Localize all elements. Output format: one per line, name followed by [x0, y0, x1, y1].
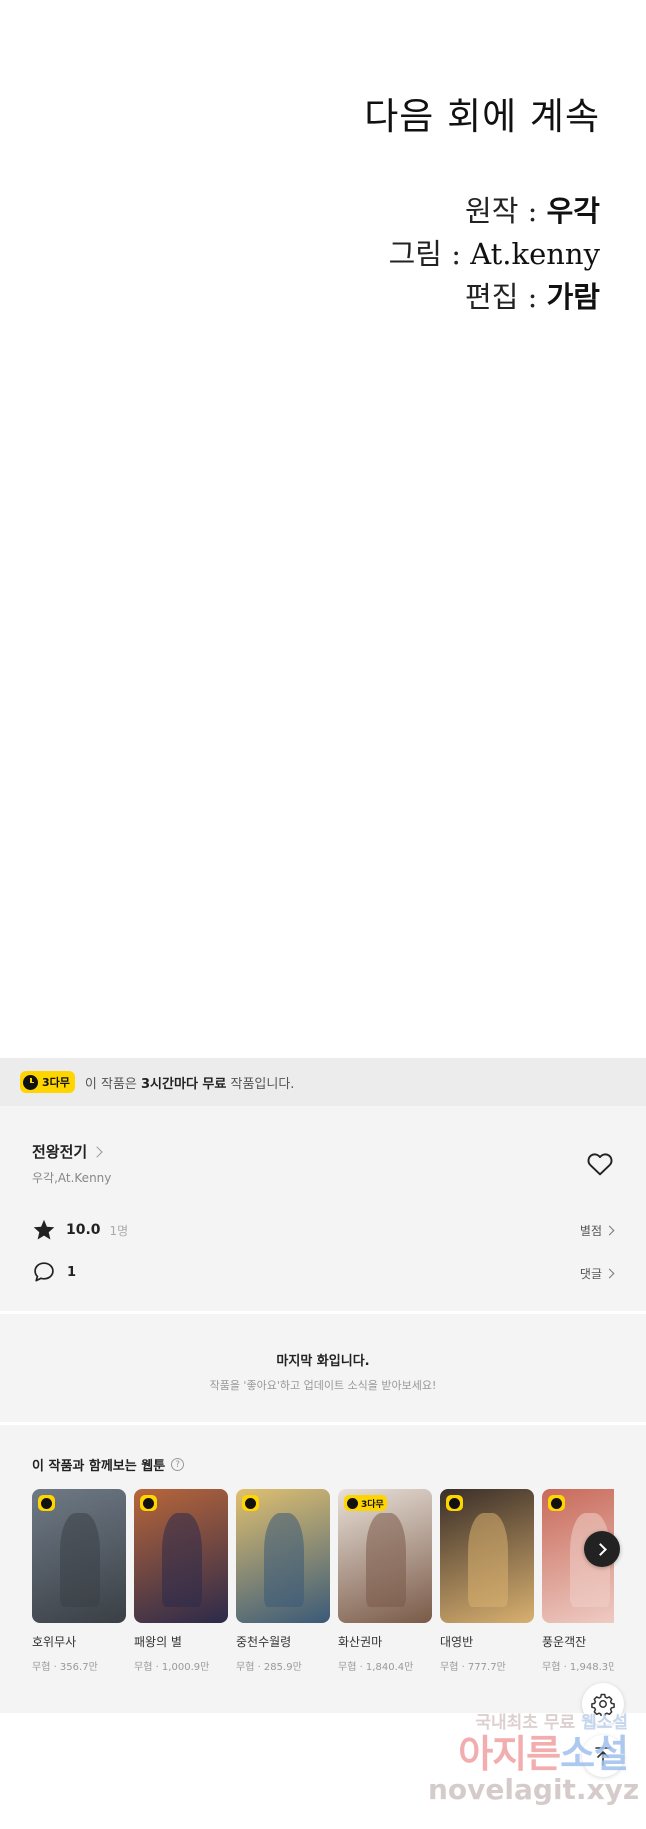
rating-count: 1명: [109, 1223, 129, 1238]
recommend-title: 중천수월령: [236, 1635, 292, 1649]
chevron-right-icon: [604, 1225, 615, 1236]
recommend-thumbnail: [134, 1489, 228, 1623]
star-icon: [33, 1219, 55, 1240]
recommend-meta: 무협 · 1,840.4만: [338, 1662, 414, 1673]
series-info-panel: 전왕전기 우각,At.Kenny 10.0 1명 별점 1 댓글: [0, 1106, 646, 1311]
clock-icon: [551, 1497, 562, 1509]
rating-row: 10.0 1명: [32, 1218, 128, 1242]
recommend-title: 대영반: [440, 1635, 474, 1649]
to-be-continued-text: 다음 회에 계속: [364, 95, 600, 138]
credit-original: 원작 : 우각: [465, 194, 600, 228]
chevron-right-icon: [604, 1268, 615, 1279]
clock-icon: [23, 1074, 38, 1090]
recommend-card[interactable]: 대영반 무협 · 777.7만: [440, 1489, 534, 1673]
rating-link[interactable]: 별점: [580, 1222, 615, 1239]
free-badge-mini: [446, 1495, 463, 1511]
free-badge-mini: [242, 1495, 259, 1511]
chevron-right-icon: [593, 1542, 607, 1556]
next-arrow-button[interactable]: [584, 1531, 620, 1567]
last-episode-heading: 마지막 화입니다.: [276, 1354, 370, 1369]
recommend-title: 패왕의 별: [134, 1635, 182, 1649]
free-badge-mini: [548, 1495, 565, 1511]
recommend-thumbnail: 3다무: [338, 1489, 432, 1623]
credit-art: 그림 : At.kenny: [388, 237, 600, 271]
thumbnail-figure: [162, 1513, 202, 1607]
recommend-thumbnail: [32, 1489, 126, 1623]
recommend-meta: 무협 · 1,948.3만: [542, 1662, 614, 1673]
help-icon[interactable]: ?: [171, 1458, 185, 1471]
clock-icon: [143, 1497, 154, 1509]
thumbnail-figure: [366, 1513, 406, 1607]
thumbnail-figure: [60, 1513, 100, 1607]
credits: 원작 : 우각 그림 : At.kenny 편집 : 가람: [389, 190, 600, 319]
recommend-title: 화산권마: [338, 1635, 383, 1649]
free-badge-mini: 3다무: [344, 1495, 387, 1511]
series-title: 전왕전기: [32, 1143, 88, 1161]
clock-icon: [41, 1497, 52, 1509]
recommendation-list: 호위무사 무협 · 356.7만 패왕의 별 무협 · 1,000.9만 중천수…: [32, 1489, 614, 1689]
recommend-meta: 무협 · 1,000.9만: [134, 1662, 210, 1673]
series-authors: 우각,At.Kenny: [32, 1171, 112, 1185]
recommend-thumbnail: [236, 1489, 330, 1623]
comment-icon: [34, 1262, 54, 1282]
last-episode-sub: 작품을 '좋아요'하고 업데이트 소식을 받아보세요!: [209, 1379, 437, 1392]
thumbnail-figure: [468, 1513, 508, 1607]
last-episode-notice: 마지막 화입니다. 작품을 '좋아요'하고 업데이트 소식을 받아보세요!: [0, 1314, 646, 1422]
clock-icon: [449, 1497, 460, 1509]
recommend-meta: 무협 · 777.7만: [440, 1662, 506, 1673]
recommend-thumbnail: [440, 1489, 534, 1623]
recommend-card[interactable]: 호위무사 무협 · 356.7만: [32, 1489, 126, 1673]
rating-score: 10.0: [66, 1222, 101, 1238]
recommend-title: 풍운객잔: [542, 1635, 587, 1649]
watermark: 국내최초 무료 웹소설 아지른소설 novelagit.xyz: [428, 1713, 640, 1806]
free-message: 이 작품은 3시간마다 무료 작품입니다.: [84, 1076, 295, 1092]
series-title-link[interactable]: 전왕전기: [32, 1141, 103, 1162]
recommend-meta: 무협 · 356.7만: [32, 1662, 98, 1673]
comic-end-panel: 다음 회에 계속 원작 : 우각 그림 : At.kenny 편집 : 가람: [0, 0, 646, 1058]
thumbnail-figure: [264, 1513, 304, 1607]
recommend-card[interactable]: 패왕의 별 무협 · 1,000.9만: [134, 1489, 228, 1673]
comment-row: 1: [33, 1261, 76, 1283]
clock-icon: [347, 1497, 358, 1509]
clock-icon: [245, 1497, 256, 1509]
credit-editor: 편집 : 가람: [465, 280, 600, 314]
free-badge: 3다무: [20, 1071, 75, 1093]
free-banner: 3다무 이 작품은 3시간마다 무료 작품입니다.: [0, 1058, 646, 1106]
recommend-meta: 무협 · 285.9만: [236, 1662, 302, 1673]
free-badge-mini: [38, 1495, 55, 1511]
heart-icon[interactable]: [587, 1152, 613, 1176]
comment-link[interactable]: 댓글: [580, 1265, 615, 1282]
free-badge-mini: [140, 1495, 157, 1511]
recommend-card[interactable]: 풍운객잔 무협 · 1,948.3만: [542, 1489, 614, 1673]
recommend-card[interactable]: 중천수월령 무협 · 285.9만: [236, 1489, 330, 1673]
chevron-right-icon: [91, 1145, 103, 1158]
comment-count: 1: [67, 1264, 77, 1280]
recommend-card[interactable]: 3다무 화산권마 무협 · 1,840.4만: [338, 1489, 432, 1673]
recommendation-heading: 이 작품과 함께보는 웹툰 ?: [32, 1455, 185, 1474]
recommendation-section: 이 작품과 함께보는 웹툰 ? 호위무사 무협 · 356.7만 패왕의 별 무…: [0, 1425, 646, 1713]
recommend-title: 호위무사: [32, 1635, 77, 1649]
